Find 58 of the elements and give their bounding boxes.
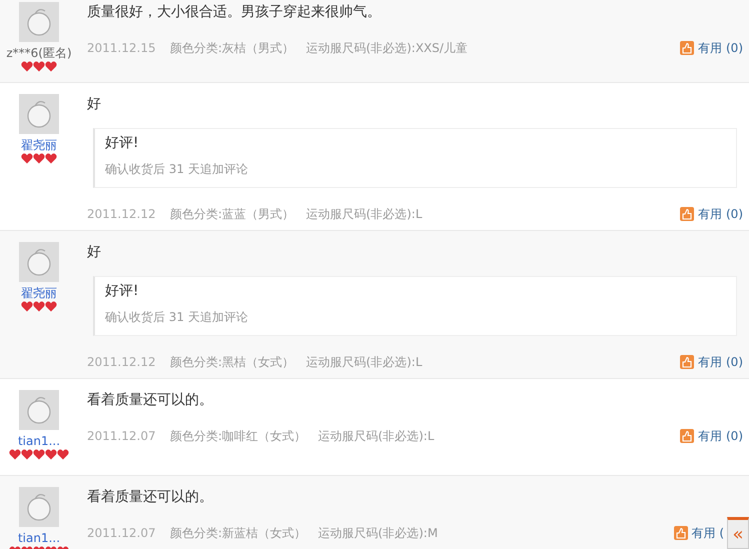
useful-link[interactable]: 有用 (0) (680, 204, 743, 224)
useful-link[interactable]: 有用 (0) (680, 426, 743, 446)
thumbs-up-icon (680, 355, 694, 369)
review-date: 2011.12.12 (87, 354, 157, 371)
heart-icon (57, 449, 69, 460)
size-option: 运动服尺码(非必选):XXS/儿童 (306, 38, 468, 58)
review-date: 2011.12.07 (87, 525, 157, 542)
review-text: 质量很好，大小很合适。男孩子穿起来很帅气。 (87, 3, 381, 22)
color-option: 颜色分类:黑桔（女式） (170, 352, 294, 372)
color-option: 颜色分类:蓝蓝（男式） (170, 204, 294, 224)
username[interactable]: 翟尧丽 (21, 285, 57, 301)
username[interactable]: 翟尧丽 (21, 137, 57, 153)
collapse-button[interactable]: « (727, 517, 749, 549)
heart-icon (45, 153, 57, 164)
avatar-icon (19, 487, 59, 527)
review-text: 好 (87, 95, 101, 114)
heart-icon (45, 61, 57, 72)
size-option: 运动服尺码(非必选):L (306, 352, 422, 372)
useful-link[interactable]: 有用 (0) (680, 352, 743, 372)
follow-up-note: 确认收货后 31 天追加评论 (105, 161, 249, 177)
size-option: 运动服尺码(非必选):L (306, 204, 422, 224)
heart-icon (21, 61, 33, 72)
follow-up-note: 确认收货后 31 天追加评论 (105, 309, 249, 325)
color-option: 颜色分类:咖啡红（女式） (170, 426, 306, 446)
thumbs-up-icon (680, 429, 694, 443)
thumbs-up-icon (680, 207, 694, 221)
avatar-icon (19, 390, 59, 430)
thumbs-up-icon (680, 41, 694, 55)
heart-icon (33, 153, 45, 164)
username[interactable]: z***6(匿名) (6, 45, 72, 61)
avatar-icon (19, 94, 59, 134)
review-text: 看着质量还可以的。 (87, 391, 213, 410)
heart-icon (45, 449, 57, 460)
avatar-icon (19, 242, 59, 282)
username[interactable]: tian1... (18, 530, 60, 546)
heart-icon (33, 61, 45, 72)
review-date: 2011.12.07 (87, 428, 157, 445)
useful-link[interactable]: 有用 (0) (680, 38, 743, 58)
useful-link[interactable]: 有用 ( (674, 523, 724, 543)
size-option: 运动服尺码(非必选):L (318, 426, 434, 446)
username[interactable]: tian1... (18, 433, 60, 449)
follow-up-text: 好评! (105, 282, 140, 301)
heart-icon (45, 301, 57, 312)
review-date: 2011.12.12 (87, 206, 157, 223)
heart-icon (21, 301, 33, 312)
size-option: 运动服尺码(非必选):M (318, 523, 438, 543)
review-text: 看着质量还可以的。 (87, 488, 213, 507)
review-date: 2011.12.15 (87, 40, 157, 57)
heart-icon (33, 301, 45, 312)
color-option: 颜色分类:灰桔（男式） (170, 38, 294, 58)
color-option: 颜色分类:新蓝桔（女式） (170, 523, 306, 543)
thumbs-up-icon (674, 526, 688, 540)
heart-icon (21, 449, 33, 460)
heart-icon (33, 449, 45, 460)
heart-icon (9, 449, 21, 460)
heart-icon (21, 153, 33, 164)
follow-up-text: 好评! (105, 134, 140, 153)
review-text: 好 (87, 243, 101, 262)
